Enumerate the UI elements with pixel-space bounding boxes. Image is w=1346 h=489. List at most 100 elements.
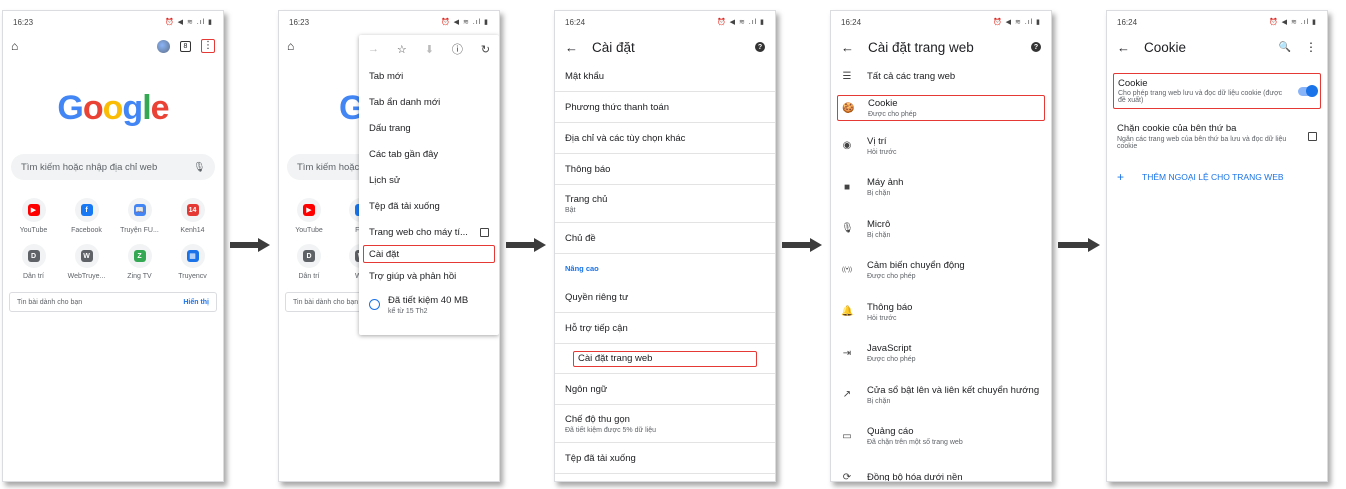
- row-block-third-party[interactable]: Chặn cookie của bên thứ ba Ngăn các tran…: [1117, 123, 1317, 150]
- add-exception-label: THÊM NGOẠI LỆ CHO TRANG WEB: [1142, 172, 1284, 182]
- google-logo: Google: [3, 89, 223, 128]
- bell-icon: 🔔: [841, 306, 854, 318]
- settings-row[interactable]: Phương thức thanh toán: [555, 92, 775, 123]
- back-arrow-icon[interactable]: ←: [841, 40, 854, 55]
- shortcut-tile[interactable]: W WebTruye...: [60, 244, 113, 280]
- tile-icon-circle: ▶: [297, 198, 321, 222]
- site-setting-row[interactable]: ⟳ Đồng bộ hóa dưới nền: [831, 457, 1051, 481]
- row-title: Địa chỉ và các tùy chọn khác: [565, 132, 686, 144]
- shortcut-tile[interactable]: f Facebook: [60, 198, 113, 234]
- star-icon[interactable]: ☆: [397, 43, 407, 56]
- row-text: Quảng cáo Đã chặn trên một số trang web: [867, 426, 963, 446]
- search-icon[interactable]: 🔍: [1279, 42, 1291, 53]
- shortcut-tile[interactable]: D Dân trí: [283, 244, 335, 280]
- search-input[interactable]: Tìm kiếm hoặc nhập địa chỉ web 🎙: [11, 154, 215, 180]
- row-title: Chế độ thu gọn: [565, 413, 630, 425]
- add-exception-button[interactable]: + THÊM NGOẠI LỆ CHO TRANG WEB: [1117, 170, 1317, 184]
- home-icon[interactable]: ⌂: [11, 39, 18, 53]
- home-icon[interactable]: ⌂: [287, 39, 294, 53]
- site-icon: f: [80, 204, 93, 216]
- row-text: Vị trí Hỏi trước: [867, 136, 897, 156]
- status-icons: ⏰ ◀ ≋ .ıl ▮: [992, 19, 1041, 26]
- menu-item[interactable]: Tab mới: [359, 63, 499, 89]
- row-title: Vị trí: [867, 135, 887, 147]
- site-setting-row[interactable]: 🔔 Thông báo Hỏi trước: [831, 291, 1051, 333]
- settings-row[interactable]: Chế độ thu gọn Đã tiết kiệm được 5% dữ li…: [555, 405, 775, 443]
- settings-row[interactable]: Quyền riêng tư: [555, 282, 775, 313]
- row-all-sites[interactable]: ☰ Tất cả các trang web: [831, 61, 1051, 91]
- menu-item[interactable]: Tab ẩn danh mới: [359, 89, 499, 115]
- settings-row[interactable]: Chủ đề: [555, 223, 775, 254]
- camera-icon: ■: [843, 181, 851, 193]
- site-setting-row[interactable]: ↗ Cửa sổ bật lên và liên kết chuyển hướng…: [831, 374, 1051, 416]
- row-title: Cookie: [1118, 78, 1148, 89]
- settings-row[interactable]: Mật khẩu: [555, 61, 775, 92]
- list-icon: ☰: [842, 70, 852, 82]
- checkbox[interactable]: [1308, 132, 1317, 141]
- menu-item-desktop-site[interactable]: Trang web cho máy tí...: [359, 219, 499, 245]
- refresh-icon[interactable]: ↻: [481, 43, 490, 56]
- site-icon: ▦: [186, 250, 199, 262]
- row-title: Phương thức thanh toán: [565, 101, 669, 113]
- tab-switcher-button[interactable]: 8: [180, 40, 191, 52]
- row-cookie-toggle[interactable]: Cookie Cho phép trang web lưu và đọc dữ …: [1113, 73, 1321, 109]
- site-icon: Z: [133, 250, 146, 262]
- checkbox[interactable]: [480, 227, 489, 237]
- tile-label: YouTube: [295, 227, 323, 234]
- back-arrow-icon[interactable]: ←: [565, 40, 578, 55]
- site-setting-row[interactable]: ((•)) Cảm biến chuyển động Được cho phép: [831, 250, 1051, 292]
- menu-item-data-savings[interactable]: Đã tiết kiệm 40 MB kể từ 15 Th2: [359, 289, 499, 321]
- shortcut-tile[interactable]: 14 Kenh14: [166, 198, 219, 234]
- forward-icon[interactable]: →: [368, 43, 379, 55]
- row-subtitle: Cho phép trang web lưu và đọc dữ liệu co…: [1118, 90, 1283, 104]
- site-setting-row[interactable]: ◉ Vị trí Hỏi trước: [831, 125, 1051, 167]
- shortcut-tile[interactable]: 📖 Truyện FU...: [113, 198, 166, 234]
- settings-row[interactable]: Hỗ trợ tiếp cận: [555, 313, 775, 344]
- more-menu-icon[interactable]: ⋮: [201, 39, 215, 53]
- menu-item[interactable]: Các tab gần đây: [359, 141, 499, 167]
- shortcut-tile[interactable]: D Dân trí: [7, 244, 60, 280]
- menu-item-label: Trang web cho máy tí...: [369, 226, 468, 238]
- settings-row-site-settings[interactable]: Cài đặt trang web: [555, 344, 775, 374]
- settings-row[interactable]: Trang chủ Bật: [555, 185, 775, 223]
- settings-row[interactable]: Thông báo: [555, 154, 775, 185]
- shortcut-tile[interactable]: Z Zing TV: [113, 244, 166, 280]
- row-title: Ngôn ngữ: [565, 383, 608, 395]
- help-icon[interactable]: ?: [755, 42, 765, 52]
- microphone-icon[interactable]: 🎙: [193, 162, 205, 173]
- menu-item-help[interactable]: Trợ giúp và phản hồi: [359, 263, 499, 289]
- menu-item-label: Các tab gần đây: [369, 148, 439, 160]
- shortcut-tile[interactable]: ▶ YouTube: [7, 198, 60, 234]
- cookie-toggle[interactable]: [1298, 84, 1318, 97]
- row-title: Cookie: [868, 98, 898, 109]
- help-icon[interactable]: ?: [1031, 42, 1041, 52]
- shortcut-tile[interactable]: ▶ YouTube: [283, 198, 335, 234]
- site-setting-row[interactable]: ▭ Quảng cáo Đã chặn trên một số trang web: [831, 416, 1051, 458]
- more-menu-icon[interactable]: ⋮: [1305, 40, 1317, 54]
- settings-row[interactable]: Địa chỉ và các tùy chọn khác: [555, 123, 775, 154]
- site-setting-row[interactable]: 🎙 Micrô Bị chặn: [831, 208, 1051, 250]
- app-bar: ← Cookie 🔍 ⋮: [1107, 33, 1327, 61]
- row-title: Tất cả các trang web: [867, 70, 956, 82]
- app-bar: ← Cài đặt trang web ?: [831, 33, 1051, 61]
- menu-item[interactable]: Lịch sử: [359, 167, 499, 193]
- avatar[interactable]: [157, 39, 170, 53]
- row-cookie[interactable]: 🍪 Cookie Được cho phép: [837, 95, 1045, 121]
- info-icon[interactable]: ⓘ: [452, 41, 463, 57]
- row-subtitle: Bị chặn: [867, 231, 891, 239]
- site-setting-row[interactable]: ⇥ JavaScript Được cho phép: [831, 333, 1051, 375]
- menu-item[interactable]: Dấu trang: [359, 115, 499, 141]
- download-icon[interactable]: ⬇: [425, 43, 434, 56]
- tile-label: YouTube: [19, 227, 48, 234]
- status-icons: ⏰ ◀ ≋ .ıl ▮: [440, 19, 489, 26]
- feed-show-link[interactable]: Hiển thị: [183, 299, 209, 306]
- menu-item-settings[interactable]: Cài đặt: [363, 245, 495, 263]
- menu-item[interactable]: Tệp đã tải xuống: [359, 193, 499, 219]
- settings-row[interactable]: Tệp đã tải xuống: [555, 443, 775, 474]
- site-setting-row[interactable]: ■ Máy ảnh Bị chặn: [831, 167, 1051, 209]
- page-title: Cookie: [1144, 39, 1187, 55]
- settings-row[interactable]: Ngôn ngữ: [555, 374, 775, 405]
- back-arrow-icon[interactable]: ←: [1117, 40, 1130, 55]
- row-subtitle: Được cho phép: [867, 356, 916, 364]
- shortcut-tile[interactable]: ▦ Truyencv: [166, 244, 219, 280]
